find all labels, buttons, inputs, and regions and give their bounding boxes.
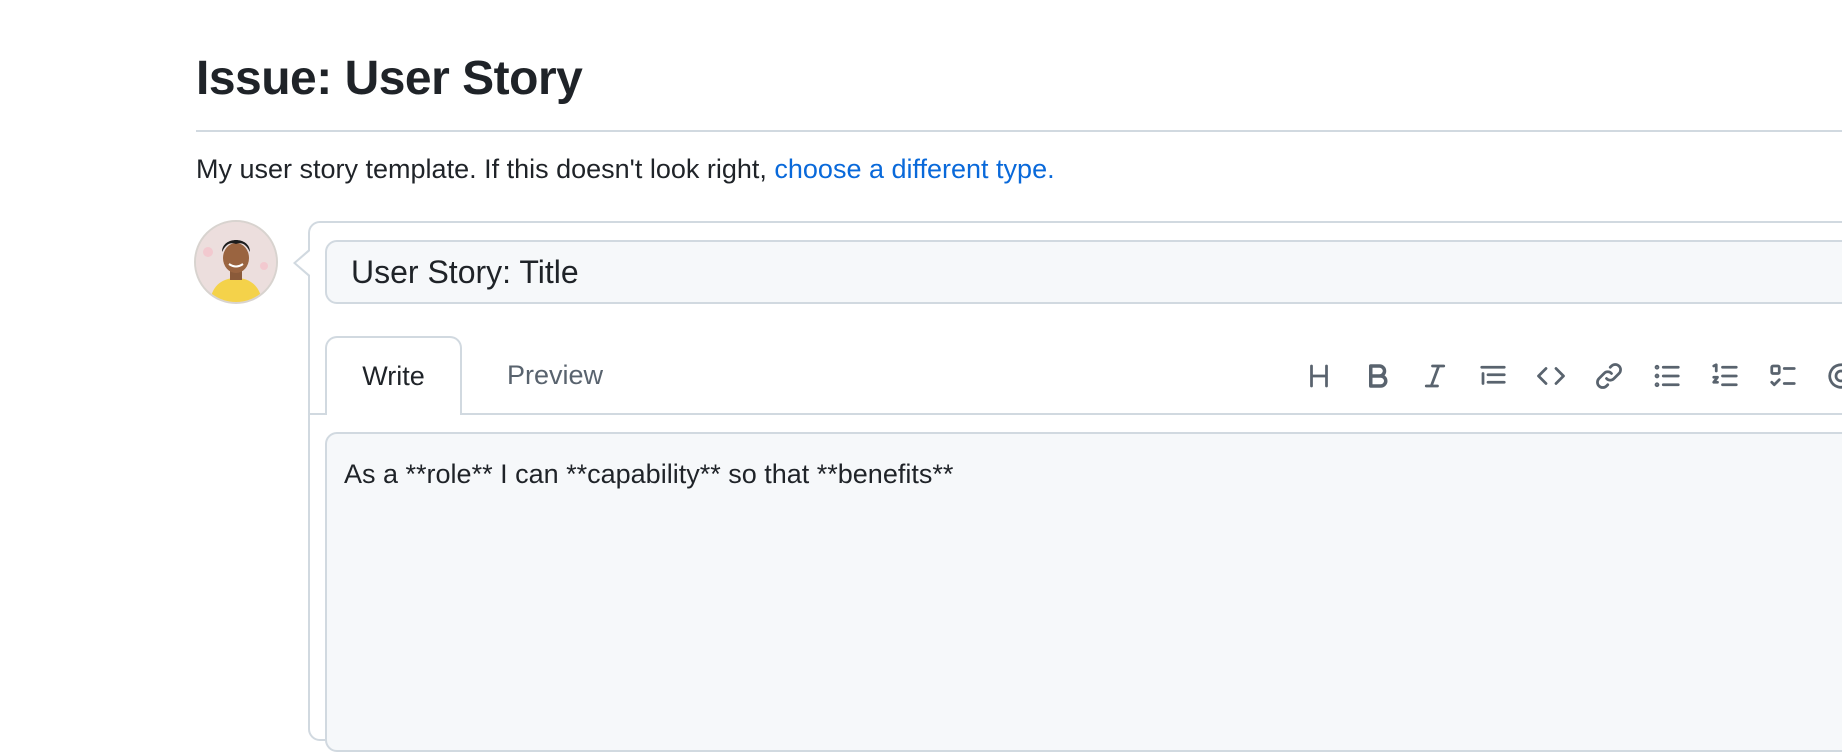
quote-icon [1480, 365, 1506, 385]
bold-button[interactable] [1348, 354, 1406, 398]
numbered-list-icon [1712, 363, 1738, 387]
title-divider [196, 130, 1842, 132]
task-list-button[interactable] [1754, 354, 1812, 398]
template-description: My user story template. If this doesn't … [196, 152, 1055, 186]
mention-icon [1828, 363, 1842, 389]
avatar[interactable] [194, 220, 278, 304]
heading-button[interactable] [1290, 354, 1348, 398]
tab-preview[interactable]: Preview [480, 336, 630, 415]
issue-body-textarea[interactable]: As a **role** I can **capability** so th… [325, 432, 1842, 752]
heading-icon [1310, 364, 1328, 388]
issue-title-input[interactable] [325, 240, 1842, 304]
page-title: Issue: User Story [196, 52, 583, 105]
tab-write[interactable]: Write [325, 336, 462, 415]
italic-icon [1424, 364, 1446, 388]
quote-button[interactable] [1464, 354, 1522, 398]
numbered-list-button[interactable] [1696, 354, 1754, 398]
bulleted-list-button[interactable] [1638, 354, 1696, 398]
code-button[interactable] [1522, 354, 1580, 398]
link-icon [1596, 363, 1622, 389]
template-description-text: My user story template. If this doesn't … [196, 154, 775, 184]
bulleted-list-icon [1654, 364, 1680, 388]
mention-button[interactable] [1812, 354, 1842, 398]
avatar-image [196, 222, 276, 302]
link-button[interactable] [1580, 354, 1638, 398]
code-icon [1537, 367, 1565, 385]
card-pointer-fill [296, 251, 310, 275]
task-list-icon [1770, 364, 1796, 387]
choose-different-type-link[interactable]: choose a different type. [774, 154, 1054, 184]
markdown-toolbar [1290, 354, 1842, 398]
italic-button[interactable] [1406, 354, 1464, 398]
bold-icon [1369, 364, 1388, 388]
